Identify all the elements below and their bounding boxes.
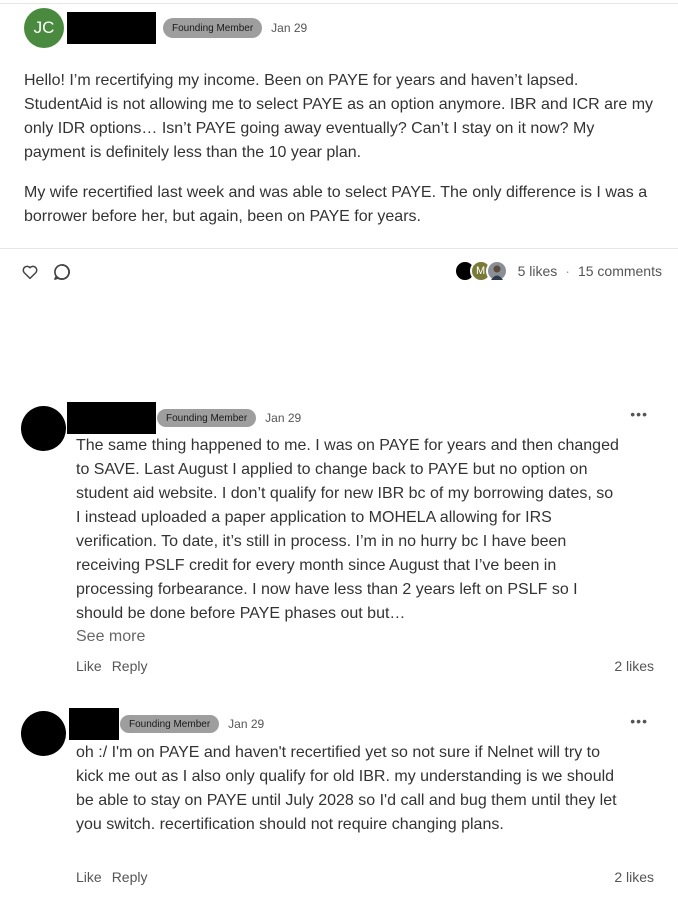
comment-likes[interactable]: 2 likes xyxy=(614,869,654,885)
comment-bubble-icon[interactable] xyxy=(52,262,72,282)
more-options-icon[interactable]: ••• xyxy=(630,713,648,729)
comment-text: oh :/ I'm on PAYE and haven't recertifie… xyxy=(76,744,617,833)
post-body: Hello! I’m recertifying my income. Been … xyxy=(24,69,660,245)
stats-separator: · xyxy=(565,263,570,279)
top-border xyxy=(0,0,678,4)
comment-actions: Like Reply xyxy=(76,869,147,885)
comment-likes[interactable]: 2 likes xyxy=(614,658,654,674)
likes-count[interactable]: 5 likes xyxy=(518,263,558,279)
divider xyxy=(0,248,678,249)
founding-member-badge: Founding Member xyxy=(157,409,257,427)
redacted-author-name xyxy=(67,402,156,434)
founding-member-badge: Founding Member xyxy=(163,18,263,38)
reply-button[interactable]: Reply xyxy=(112,658,148,674)
redacted-author-name xyxy=(69,708,119,740)
avatar-initials: JC xyxy=(33,18,55,37)
avatar[interactable] xyxy=(21,406,66,451)
redacted-author-name xyxy=(67,12,156,44)
comment-actions: Like Reply xyxy=(76,658,147,674)
reply-button[interactable]: Reply xyxy=(112,869,148,885)
post-header: JC Founding Member Jan 29 xyxy=(24,8,307,48)
post-paragraph: Hello! I’m recertifying my income. Been … xyxy=(24,72,654,161)
see-more-link[interactable]: See more xyxy=(76,628,145,646)
post-stats: M 5 likes · 15 comments xyxy=(453,260,662,282)
comment-header: Founding Member Jan 29 xyxy=(67,402,301,434)
founding-member-badge: Founding Member xyxy=(120,715,220,733)
liker-avatar xyxy=(485,260,508,282)
avatar[interactable]: JC xyxy=(24,8,64,48)
comment-header: Founding Member Jan 29 xyxy=(67,708,264,740)
avatar[interactable] xyxy=(21,711,66,756)
comment-date[interactable]: Jan 29 xyxy=(228,717,264,731)
post-actions xyxy=(20,262,72,282)
like-button[interactable]: Like xyxy=(76,869,102,885)
post-paragraph: My wife recertified last week and was ab… xyxy=(24,184,648,225)
more-options-icon[interactable]: ••• xyxy=(630,406,648,422)
heart-icon[interactable] xyxy=(20,262,40,282)
comment-text: The same thing happened to me. I was on … xyxy=(76,437,619,622)
comment-date[interactable]: Jan 29 xyxy=(265,411,301,425)
comments-count[interactable]: 15 comments xyxy=(578,263,662,279)
liker-avatars[interactable]: M xyxy=(453,260,508,282)
post-date[interactable]: Jan 29 xyxy=(271,21,307,35)
like-button[interactable]: Like xyxy=(76,658,102,674)
